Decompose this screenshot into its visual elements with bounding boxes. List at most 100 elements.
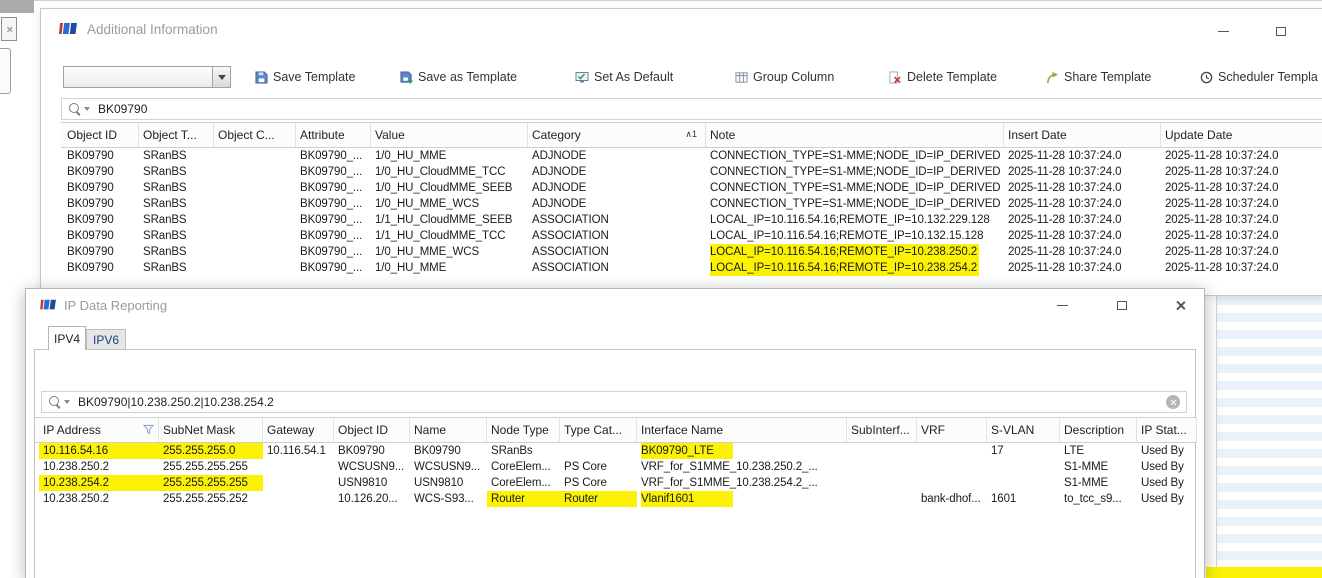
template-dropdown[interactable]: [63, 66, 231, 88]
cell-object-c: [214, 212, 296, 228]
toolbar-button-save-template[interactable]: Save Template: [255, 67, 355, 87]
highlighted-value: Vlanif1601: [641, 491, 733, 507]
cell-category: ADJNODE: [528, 196, 706, 212]
cell-object-t: SRanBS: [139, 180, 214, 196]
cell-s-vlan: 17: [987, 443, 1060, 459]
column-header-object-t[interactable]: Object T...: [139, 123, 214, 147]
column-header-value[interactable]: Value: [371, 123, 528, 147]
tab-ipv6[interactable]: IPV6: [86, 329, 126, 350]
column-header-subnet-mask[interactable]: SubNet Mask: [159, 418, 263, 442]
cell-note: LOCAL_IP=10.116.54.16;REMOTE_IP=10.132.1…: [706, 228, 1004, 244]
table-row[interactable]: BK09790SRanBSBK09790_...1/0_HU_MME_WCSAS…: [61, 244, 1322, 260]
window-title: Additional Information: [87, 22, 218, 37]
cell-object-id: BK09790: [63, 148, 139, 164]
cell-note: CONNECTION_TYPE=S1-MME;NODE_ID=IP_DERIVE…: [706, 148, 1004, 164]
cell-ip-address: 10.238.250.2: [39, 459, 159, 475]
cell-description: S1-MME: [1060, 459, 1137, 475]
search-input[interactable]: [78, 395, 1166, 409]
column-label: Name: [414, 423, 446, 437]
toolbar-button-set-as-default[interactable]: Set As Default: [575, 67, 673, 87]
cell-attribute: BK09790_...: [296, 244, 371, 260]
column-header-object-c[interactable]: Object C...: [214, 123, 296, 147]
filter-icon[interactable]: [143, 424, 154, 435]
column-header-type-cat[interactable]: Type Cat...: [560, 418, 637, 442]
column-header-ip-address[interactable]: IP Address: [39, 418, 159, 442]
column-header-object-id[interactable]: Object ID: [63, 123, 139, 147]
maximize-button[interactable]: [1108, 295, 1136, 315]
table-row[interactable]: BK09790SRanBSBK09790_...1/0_HU_MMEADJNOD…: [61, 148, 1322, 164]
ip-search-box[interactable]: [41, 391, 1187, 413]
table-row[interactable]: 10.238.250.2255.255.255.25210.126.20...W…: [35, 491, 1197, 507]
cell-category: ASSOCIATION: [528, 244, 706, 260]
table-row[interactable]: BK09790SRanBSBK09790_...1/0_HU_CloudMME_…: [61, 180, 1322, 196]
cell-ip-stat: Used By: [1137, 459, 1197, 475]
toolbar-button-share-template[interactable]: Share Template: [1046, 67, 1151, 87]
toolbar-button-label: Save Template: [273, 70, 355, 84]
column-header-ip-stat[interactable]: IP Stat...: [1137, 418, 1197, 442]
column-label: Object T...: [143, 128, 197, 142]
table-row[interactable]: BK09790SRanBSBK09790_...1/0_HU_MMEASSOCI…: [61, 260, 1322, 276]
column-header-node-type[interactable]: Node Type: [487, 418, 560, 442]
column-label: SubInterf...: [851, 423, 910, 437]
toolbar-button-group-column[interactable]: Group Column: [735, 67, 834, 87]
cell-description: S1-MME: [1060, 475, 1137, 491]
maximize-button[interactable]: [1267, 21, 1295, 41]
cell-object-t: SRanBS: [139, 228, 214, 244]
column-header-note[interactable]: Note: [706, 123, 1004, 147]
column-header-s-vlan[interactable]: S-VLAN: [987, 418, 1060, 442]
search-icon: [68, 102, 82, 116]
column-label: Category: [532, 128, 581, 142]
cell-node-type: Router: [487, 491, 560, 507]
toolbar-button-scheduler-template[interactable]: Scheduler Templa: [1200, 67, 1318, 87]
toolbar-button-label: Scheduler Templa: [1218, 70, 1318, 84]
column-header-gateway[interactable]: Gateway: [263, 418, 334, 442]
column-header-name[interactable]: Name: [410, 418, 487, 442]
cell-update-date: 2025-11-28 10:37:24.0: [1161, 260, 1322, 276]
background-table-rows: [1217, 296, 1322, 567]
cell-gateway: [263, 491, 334, 507]
cell-attribute: BK09790_...: [296, 196, 371, 212]
search-input[interactable]: [98, 102, 1322, 116]
search-options-caret-icon[interactable]: [64, 400, 70, 404]
column-header-attribute[interactable]: Attribute: [296, 123, 371, 147]
clear-search-button[interactable]: [1166, 395, 1180, 409]
cell-s-vlan: [987, 459, 1060, 475]
column-label: Object ID: [338, 423, 388, 437]
table-row[interactable]: BK09790SRanBSBK09790_...1/0_HU_CloudMME_…: [61, 164, 1322, 180]
minimize-button[interactable]: [1209, 21, 1237, 41]
tab-ipv4[interactable]: IPV4: [48, 326, 86, 350]
toolbar-button-delete-template[interactable]: Delete Template: [888, 67, 997, 87]
share-template-icon: [1046, 71, 1059, 84]
cell-object-t: SRanBS: [139, 260, 214, 276]
column-header-description[interactable]: Description: [1060, 418, 1137, 442]
background-window-edge: [18, 0, 1322, 1]
cell-vrf: [917, 459, 987, 475]
column-header-vrf[interactable]: VRF: [917, 418, 987, 442]
close-button[interactable]: [1166, 295, 1194, 315]
table-row[interactable]: 10.116.54.16255.255.255.010.116.54.1BK09…: [35, 443, 1197, 459]
cell-object-id: BK09790: [63, 212, 139, 228]
cell-category: ADJNODE: [528, 164, 706, 180]
table-row[interactable]: 10.238.254.2255.255.255.255USN9810USN981…: [35, 475, 1197, 491]
table-row[interactable]: 10.238.250.2255.255.255.255WCSUSN9...WCS…: [35, 459, 1197, 475]
template-search-box[interactable]: [61, 98, 1322, 120]
scheduler-template-icon: [1200, 71, 1213, 84]
cell-category: ADJNODE: [528, 180, 706, 196]
background-close-widget[interactable]: [1, 17, 17, 41]
table-row[interactable]: BK09790SRanBSBK09790_...1/0_HU_MME_WCSAD…: [61, 196, 1322, 212]
toolbar-button-save-as-template[interactable]: Save as Template: [400, 67, 517, 87]
cell-gateway: [263, 475, 334, 491]
column-header-object-id[interactable]: Object ID: [334, 418, 410, 442]
minimize-button[interactable]: [1048, 295, 1076, 315]
column-header-insert-date[interactable]: Insert Date: [1004, 123, 1161, 147]
column-header-category[interactable]: Category∧1: [528, 123, 706, 147]
column-header-update-date[interactable]: Update Date: [1161, 123, 1322, 147]
column-header-interface-name[interactable]: Interface Name: [637, 418, 847, 442]
column-header-subinterf[interactable]: SubInterf...: [847, 418, 917, 442]
search-options-caret-icon[interactable]: [84, 107, 90, 111]
table-row[interactable]: BK09790SRanBSBK09790_...1/1_HU_CloudMME_…: [61, 228, 1322, 244]
cell-category: ADJNODE: [528, 148, 706, 164]
table-row[interactable]: BK09790SRanBSBK09790_...1/1_HU_CloudMME_…: [61, 212, 1322, 228]
cell-value: 1/0_HU_MME: [371, 260, 528, 276]
cell-note: CONNECTION_TYPE=S1-MME;NODE_ID=IP_DERIVE…: [706, 180, 1004, 196]
